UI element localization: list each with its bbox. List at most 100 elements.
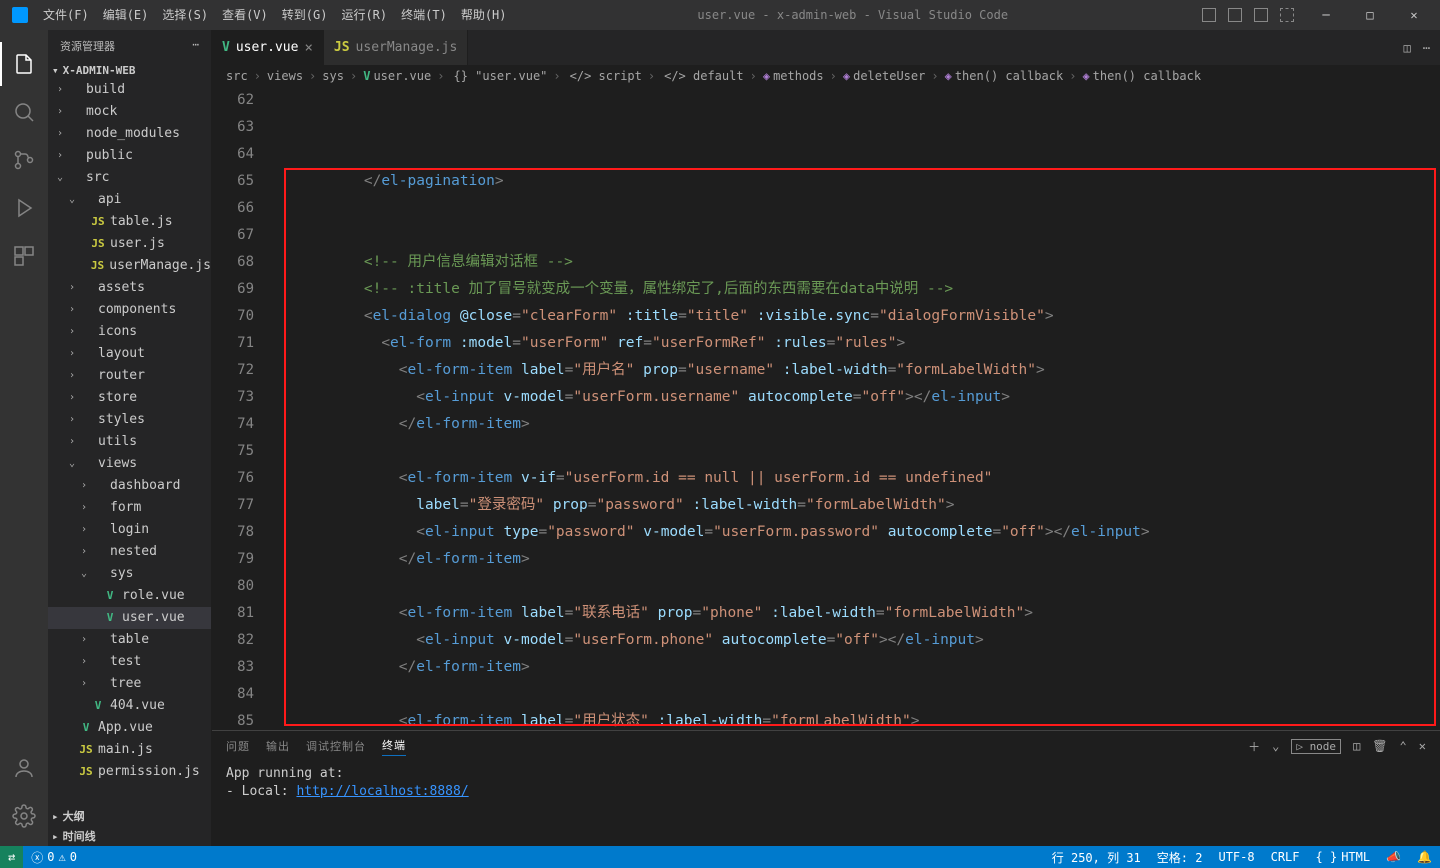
status-encoding[interactable]: UTF-8	[1210, 849, 1262, 866]
window-close[interactable]: ✕	[1392, 0, 1436, 30]
panel-tab-debug[interactable]: 调试控制台	[306, 738, 366, 754]
folder-layout[interactable]: ›layout	[48, 343, 211, 365]
folder-nested[interactable]: ›nested	[48, 541, 211, 563]
breadcrumb-item[interactable]: ◈methods	[763, 69, 824, 83]
file-table.js[interactable]: JStable.js	[48, 211, 211, 233]
file-user.vue[interactable]: Vuser.vue	[48, 607, 211, 629]
status-cursor[interactable]: 行 250, 列 31	[1044, 849, 1149, 866]
folder-icons[interactable]: ›icons	[48, 321, 211, 343]
customize-layout-icon[interactable]	[1280, 8, 1294, 22]
folder-api[interactable]: ⌄api	[48, 189, 211, 211]
folder-public[interactable]: ›public	[48, 145, 211, 167]
folder-dashboard[interactable]: ›dashboard	[48, 475, 211, 497]
breadcrumb-item[interactable]: </> script	[567, 69, 642, 83]
breadcrumb-item[interactable]: sys	[322, 69, 344, 83]
menu-go[interactable]: 转到(G)	[275, 0, 335, 30]
folder-views[interactable]: ⌄views	[48, 453, 211, 475]
folder-tree[interactable]: ›tree	[48, 673, 211, 695]
menu-select[interactable]: 选择(S)	[155, 0, 215, 30]
split-editor-icon[interactable]: ◫	[1404, 41, 1411, 55]
folder-router[interactable]: ›router	[48, 365, 211, 387]
breadcrumb-item[interactable]: ◈then() callback	[1082, 69, 1201, 83]
tab-more-icon[interactable]: ⋯	[1423, 41, 1430, 55]
menu-edit[interactable]: 编辑(E)	[96, 0, 156, 30]
panel-tab-terminal[interactable]: 终端	[382, 737, 406, 756]
breadcrumb-item[interactable]: {} "user.vue"	[450, 69, 547, 83]
sidebar-outline[interactable]: ▸ 大纲	[48, 806, 211, 826]
activity-extensions-icon[interactable]	[0, 232, 48, 280]
terminal-shell[interactable]: ▷ node	[1291, 739, 1341, 754]
toggle-panel-bottom-icon[interactable]	[1228, 8, 1242, 22]
folder-form[interactable]: ›form	[48, 497, 211, 519]
status-bell-icon[interactable]: 🔔	[1409, 849, 1440, 866]
activity-settings-icon[interactable]	[0, 792, 48, 840]
breadcrumb-item[interactable]: ◈deleteUser	[843, 69, 925, 83]
toggle-panel-right-icon[interactable]	[1254, 8, 1268, 22]
activity-search-icon[interactable]	[0, 88, 48, 136]
folder-components[interactable]: ›components	[48, 299, 211, 321]
folder-node_modules[interactable]: ›node_modules	[48, 123, 211, 145]
activity-account-icon[interactable]	[0, 744, 48, 792]
folder-store[interactable]: ›store	[48, 387, 211, 409]
folder-assets[interactable]: ›assets	[48, 277, 211, 299]
folder-sys[interactable]: ⌄sys	[48, 563, 211, 585]
breadcrumb-item[interactable]: Vuser.vue	[363, 69, 431, 83]
tab-usermanage-js[interactable]: JS userManage.js	[324, 30, 468, 65]
sidebar-project-header[interactable]: ▾ X-ADMIN-WEB	[48, 62, 211, 79]
folder-mock[interactable]: ›mock	[48, 101, 211, 123]
status-feedback-icon[interactable]: 📣	[1378, 849, 1409, 866]
folder-build[interactable]: ›build	[48, 79, 211, 101]
status-eol[interactable]: CRLF	[1263, 849, 1308, 866]
folder-utils[interactable]: ›utils	[48, 431, 211, 453]
tab-user-vue[interactable]: V user.vue ×	[212, 30, 324, 65]
file-role.vue[interactable]: Vrole.vue	[48, 585, 211, 607]
kill-terminal-icon[interactable]: 🗑	[1372, 739, 1387, 753]
menu-view[interactable]: 查看(V)	[215, 0, 275, 30]
folder-table[interactable]: ›table	[48, 629, 211, 651]
file-main.js[interactable]: JSmain.js	[48, 739, 211, 761]
sidebar-more-icon[interactable]: ⋯	[192, 38, 199, 54]
activity-debug-icon[interactable]	[0, 184, 48, 232]
file-userManage.js[interactable]: JSuserManage.js	[48, 255, 211, 277]
status-lang[interactable]: { } HTML	[1308, 849, 1379, 866]
menu-run[interactable]: 运行(R)	[334, 0, 394, 30]
sidebar-timeline[interactable]: ▸ 时间线	[48, 826, 211, 846]
breadcrumb-item[interactable]: ◈then() callback	[945, 69, 1064, 83]
folder-src[interactable]: ⌄src	[48, 167, 211, 189]
file-user.js[interactable]: JSuser.js	[48, 233, 211, 255]
file-404.vue[interactable]: V404.vue	[48, 695, 211, 717]
terminal-body[interactable]: App running at: - Local: http://localhos…	[212, 761, 1440, 846]
toggle-panel-left-icon[interactable]	[1202, 8, 1216, 22]
menu-terminal[interactable]: 终端(T)	[394, 0, 454, 30]
status-remote-icon[interactable]: ⇄	[0, 846, 23, 868]
panel-maximize-icon[interactable]: ⌃	[1400, 739, 1407, 753]
code-editor[interactable]: 6263646566676869707172737475767778798081…	[212, 87, 1440, 730]
breadcrumb-item[interactable]: </> default	[661, 69, 743, 83]
folder-test[interactable]: ›test	[48, 651, 211, 673]
window-maximize[interactable]: □	[1348, 0, 1392, 30]
window-minimize[interactable]: ─	[1304, 0, 1348, 30]
terminal-link[interactable]: http://localhost:8888/	[296, 784, 468, 799]
tab-close-icon[interactable]: ×	[304, 40, 312, 56]
breadcrumb-item[interactable]: views	[267, 69, 303, 83]
file-App.vue[interactable]: VApp.vue	[48, 717, 211, 739]
folder-login[interactable]: ›login	[48, 519, 211, 541]
activity-explorer-icon[interactable]	[0, 40, 48, 88]
panel-close-icon[interactable]: ✕	[1419, 739, 1426, 753]
terminal-new-icon[interactable]: ＋	[1248, 738, 1260, 755]
panel-tab-problems[interactable]: 问题	[226, 738, 250, 754]
menu-file[interactable]: 文件(F)	[36, 0, 96, 30]
split-terminal-icon[interactable]: ◫	[1353, 739, 1360, 753]
folder-styles[interactable]: ›styles	[48, 409, 211, 431]
terminal-dropdown-icon[interactable]: ⌄	[1272, 739, 1279, 753]
file-tree[interactable]: ›build›mock›node_modules›public⌄src⌄apiJ…	[48, 79, 211, 806]
status-indent[interactable]: 空格: 2	[1149, 849, 1211, 866]
menu-help[interactable]: 帮助(H)	[454, 0, 514, 30]
file-permission.js[interactable]: JSpermission.js	[48, 761, 211, 783]
status-errors[interactable]: ⓧ 0 ⚠ 0	[23, 849, 85, 866]
activity-scm-icon[interactable]	[0, 136, 48, 184]
editor-breadcrumbs[interactable]: src›views›sys›Vuser.vue›{} "user.vue"›</…	[212, 65, 1440, 87]
breadcrumb-item[interactable]: src	[226, 69, 248, 83]
code-content[interactable]: </el-pagination> <!-- 用户信息编辑对话框 --> <!--…	[280, 87, 1440, 730]
panel-tab-output[interactable]: 输出	[266, 738, 290, 754]
